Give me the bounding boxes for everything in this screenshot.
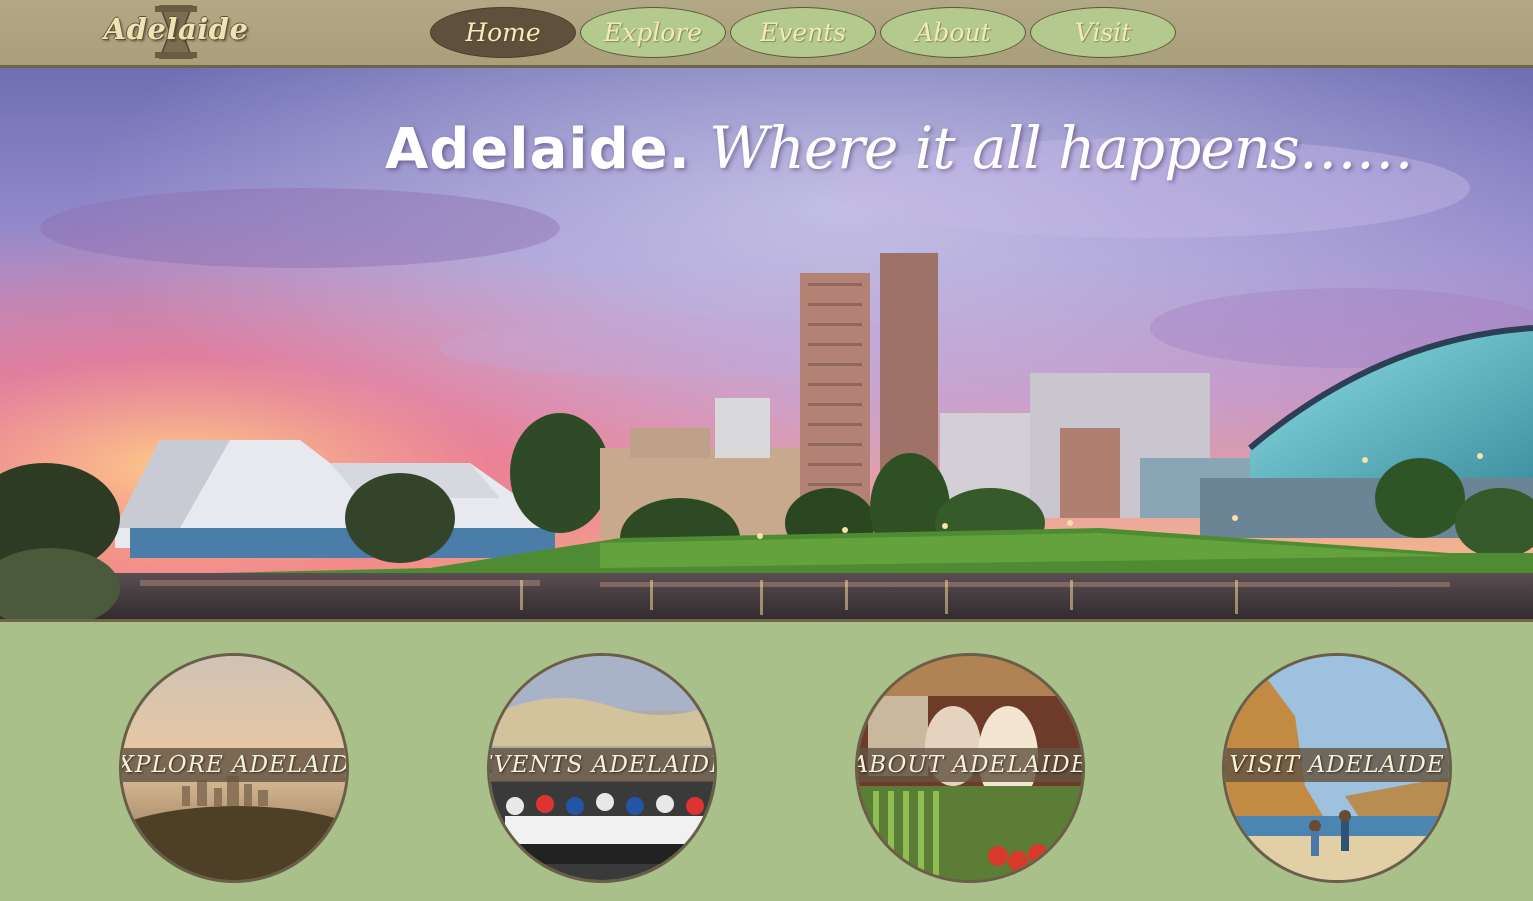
card-visit[interactable]: VISIT ADELAIDE: [1222, 653, 1452, 883]
card-visit-label: VISIT ADELAIDE: [1225, 748, 1449, 782]
nav-visit[interactable]: Visit: [1030, 7, 1176, 58]
card-explore[interactable]: EXPLORE ADELAIDE: [119, 653, 349, 883]
card-events[interactable]: EVENTS ADELAIDE: [487, 653, 717, 883]
card-about[interactable]: ABOUT ADELAIDE: [855, 653, 1085, 883]
hero-title: Adelaide. Where it all happens……: [385, 114, 1414, 182]
hero-title-script: Where it all happens……: [708, 114, 1414, 182]
card-events-label: EVENTS ADELAIDE: [490, 748, 714, 782]
nav-home[interactable]: Home: [430, 7, 576, 58]
card-explore-label: EXPLORE ADELAIDE: [122, 748, 346, 782]
nav-events[interactable]: Events: [730, 7, 876, 58]
hero-banner: Adelaide. Where it all happens……: [0, 68, 1533, 622]
feature-cards: EXPLORE ADELAIDE EVENTS ADELAIDE: [0, 625, 1533, 901]
card-about-label: ABOUT ADELAIDE: [858, 748, 1082, 782]
site-header: Adelaide Home Explore Events About Visit: [0, 0, 1533, 68]
nav-explore[interactable]: Explore: [580, 7, 726, 58]
nav-about[interactable]: About: [880, 7, 1026, 58]
logo-text: Adelaide: [103, 12, 249, 46]
site-logo[interactable]: Adelaide: [100, 4, 250, 60]
hero-title-strong: Adelaide.: [385, 117, 691, 182]
